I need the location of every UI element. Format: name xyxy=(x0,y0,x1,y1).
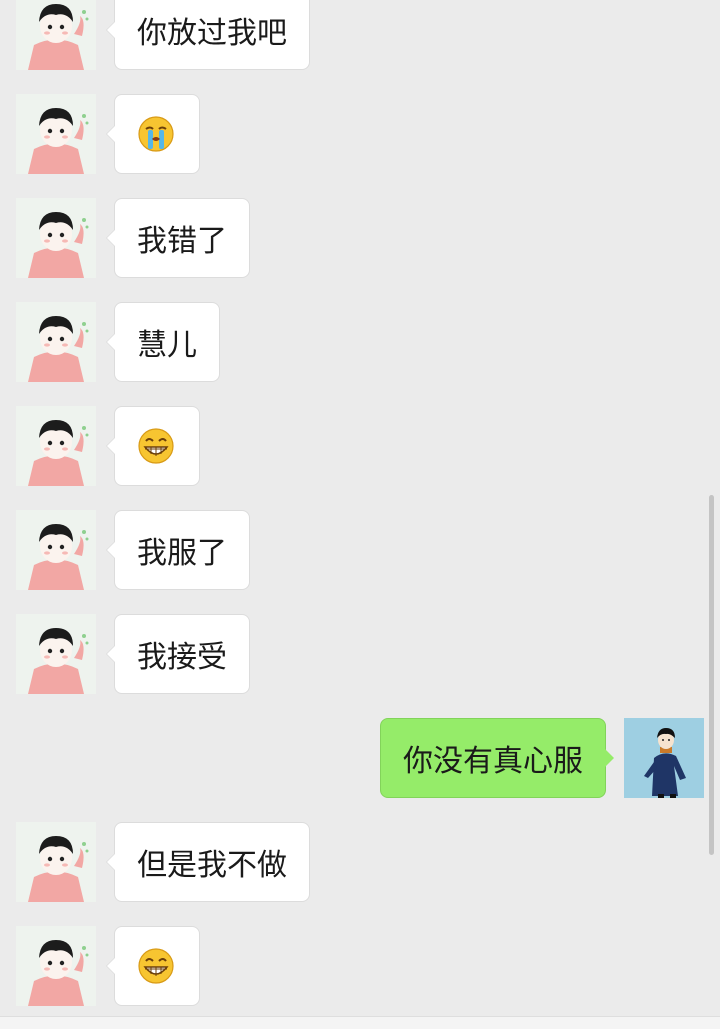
message-row: 我接受 xyxy=(0,614,720,694)
chat-area[interactable]: 你放过我吧 我错了 慧儿 我服了 我接受 你没有真心服 但是我不做 xyxy=(0,0,720,1029)
message-text: 但是我不做 xyxy=(137,848,287,883)
contact-avatar-icon xyxy=(16,198,96,278)
self-avatar-icon xyxy=(624,718,704,798)
message-row: 慧儿 xyxy=(0,302,720,382)
message-row: 我错了 xyxy=(0,198,720,278)
message-row: 但是我不做 xyxy=(0,822,720,902)
message-row: 我服了 xyxy=(0,510,720,590)
contact-avatar[interactable] xyxy=(16,406,96,486)
message-row xyxy=(0,94,720,174)
contact-avatar-icon xyxy=(16,94,96,174)
contact-avatar-icon xyxy=(16,406,96,486)
message-bubble[interactable] xyxy=(106,926,200,1006)
message-row-outgoing: 你没有真心服 xyxy=(0,718,720,798)
contact-avatar-icon xyxy=(16,614,96,694)
scrollbar[interactable] xyxy=(709,495,714,855)
message-bubble[interactable]: 我服了 xyxy=(106,510,250,590)
contact-avatar[interactable] xyxy=(16,614,96,694)
message-bubble[interactable]: 我错了 xyxy=(106,198,250,278)
message-bubble-outgoing[interactable]: 你没有真心服 xyxy=(380,718,614,798)
contact-avatar[interactable] xyxy=(16,198,96,278)
contact-avatar[interactable] xyxy=(16,302,96,382)
self-avatar[interactable] xyxy=(624,718,704,798)
message-bubble[interactable] xyxy=(106,94,200,174)
message-text: 你没有真心服 xyxy=(403,744,583,779)
message-bubble[interactable]: 但是我不做 xyxy=(106,822,310,902)
message-text: 慧儿 xyxy=(137,328,197,363)
contact-avatar[interactable] xyxy=(16,0,96,70)
message-text: 我错了 xyxy=(137,224,227,259)
message-bubble[interactable]: 我接受 xyxy=(106,614,250,694)
message-row: 你放过我吧 xyxy=(0,0,720,70)
grinning-emoji-icon xyxy=(138,948,174,984)
contact-avatar-icon xyxy=(16,510,96,590)
grinning-emoji-icon xyxy=(138,428,174,464)
message-text: 我接受 xyxy=(137,640,227,675)
message-text: 我服了 xyxy=(137,536,227,571)
contact-avatar-icon xyxy=(16,822,96,902)
message-bubble[interactable] xyxy=(106,406,200,486)
message-bubble[interactable]: 你放过我吧 xyxy=(106,0,310,70)
contact-avatar-icon xyxy=(16,0,96,70)
input-bar-edge xyxy=(0,1016,720,1029)
contact-avatar-icon xyxy=(16,926,96,1006)
contact-avatar-icon xyxy=(16,302,96,382)
contact-avatar[interactable] xyxy=(16,94,96,174)
message-row xyxy=(0,926,720,1006)
contact-avatar[interactable] xyxy=(16,510,96,590)
message-row xyxy=(0,406,720,486)
message-text: 你放过我吧 xyxy=(137,16,287,51)
contact-avatar[interactable] xyxy=(16,926,96,1006)
message-bubble[interactable]: 慧儿 xyxy=(106,302,220,382)
crying-emoji-icon xyxy=(138,116,174,152)
contact-avatar[interactable] xyxy=(16,822,96,902)
